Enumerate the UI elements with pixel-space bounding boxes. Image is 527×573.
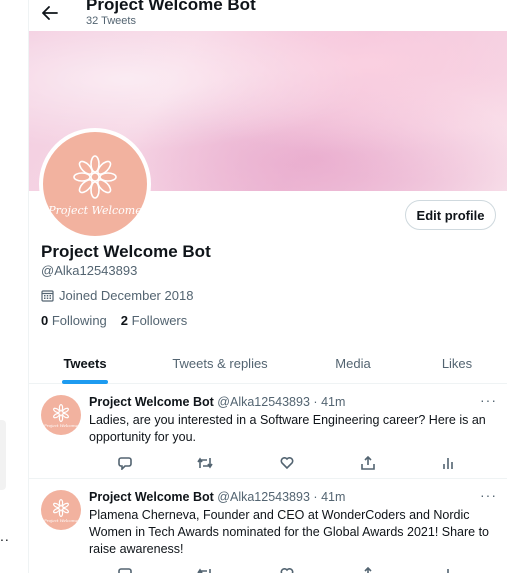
tweet-author-handle[interactable]: @Alka12543893 [217, 490, 310, 504]
following-count: 0 [41, 313, 49, 328]
flower-logo-icon [73, 154, 117, 199]
share-button[interactable] [359, 454, 377, 472]
share-icon [364, 567, 372, 573]
following-link[interactable]: 0 Following [41, 313, 107, 328]
calendar-icon [41, 290, 54, 302]
gutter-shade [0, 420, 6, 490]
retweet-button[interactable] [196, 454, 214, 472]
avatar-logo-text: Project Welcome [44, 517, 78, 523]
tab-label: Tweets [63, 355, 107, 371]
reply-icon [118, 457, 132, 470]
tweet-text: Ladies, are you interested in a Software… [89, 413, 486, 444]
reply-icon [118, 568, 132, 573]
reply-button[interactable] [116, 565, 134, 573]
tab-tweets[interactable]: Tweets [29, 343, 141, 384]
more-options-button[interactable]: ··· [480, 392, 497, 408]
analytics-button[interactable] [439, 454, 457, 472]
like-button[interactable] [278, 454, 296, 472]
followers-count: 2 [120, 313, 129, 328]
retweet-icon [197, 568, 211, 573]
analytics-button[interactable] [439, 565, 457, 573]
back-button[interactable] [39, 2, 61, 24]
tab-label: Likes [441, 355, 473, 371]
tweet-header: Project Welcome Bot @Alka12543893 · 41m [89, 395, 345, 409]
edit-profile-button[interactable]: Edit profile [405, 200, 496, 230]
followers-label: Followers [131, 313, 188, 328]
tweet-author-name[interactable]: Project Welcome Bot [89, 490, 214, 504]
tab-label: Media [335, 355, 371, 371]
analytics-icon [447, 569, 453, 573]
tweet-header: Project Welcome Bot @Alka12543893 · 41m [89, 490, 345, 504]
joined-text: Joined December 2018 [59, 288, 194, 303]
joined-date: Joined December 2018 [41, 288, 193, 303]
like-button[interactable] [278, 565, 296, 573]
tweet-actions [89, 565, 453, 573]
tab-likes[interactable]: Likes [407, 343, 507, 383]
profile-avatar[interactable]: Project Welcome [39, 128, 151, 240]
arrow-left-icon [42, 6, 58, 20]
retweet-icon [197, 457, 213, 469]
left-gutter: .. [0, 0, 28, 573]
profile-handle: @Alka12543893 [41, 263, 138, 278]
share-icon [361, 456, 375, 470]
more-options-button[interactable]: ··· [480, 487, 497, 503]
profile-tabs: Tweets Tweets & replies Media Likes [29, 343, 507, 384]
following-label: Following [51, 313, 107, 328]
follow-stats: 0 Following 2 Followers [41, 313, 187, 328]
tweet-actions [89, 454, 453, 472]
tweet-text: Plamena Cherneva, Founder and CEO at Won… [89, 508, 490, 556]
page-title: Project Welcome Bot [86, 0, 256, 14]
tweet-separator: · [313, 395, 318, 409]
analytics-icon [443, 458, 453, 469]
tweet-separator: · [313, 490, 318, 504]
tweet-avatar[interactable]: Project Welcome [41, 395, 81, 435]
tweet-time[interactable]: 41m [321, 490, 345, 504]
share-button[interactable] [359, 565, 377, 573]
tweet-author-handle[interactable]: @Alka12543893 [217, 395, 310, 409]
tweet-count: 32 Tweets [86, 15, 136, 27]
gutter-ellipsis: .. [0, 528, 10, 544]
avatar-logo-text: Project Welcome [48, 203, 142, 217]
followers-link[interactable]: 2 Followers [121, 313, 187, 328]
top-bar: Project Welcome Bot 32 Tweets [29, 0, 527, 32]
tweet-author-name[interactable]: Project Welcome Bot [89, 395, 214, 409]
retweet-button[interactable] [196, 565, 214, 573]
avatar-logo-text: Project Welcome [44, 422, 78, 428]
tweet-avatar[interactable]: Project Welcome [41, 490, 81, 530]
tab-label: Tweets & replies [172, 355, 268, 371]
flower-logo-icon [53, 498, 69, 517]
reply-button[interactable] [116, 454, 134, 472]
tweet-item[interactable]: Project Welcome Project Welcome Bot @Alk… [29, 384, 507, 479]
tab-tweets-and-replies[interactable]: Tweets & replies [141, 343, 299, 383]
profile-column: Project Welcome Bot 32 Tweets Project We… [28, 0, 527, 573]
tweet-item[interactable]: Project Welcome Project Welcome Bot @Alk… [29, 479, 507, 573]
tab-media[interactable]: Media [299, 343, 407, 383]
profile-name: Project Welcome Bot [41, 242, 211, 261]
tweet-time[interactable]: 41m [321, 395, 345, 409]
flower-logo-icon [53, 403, 69, 422]
heart-icon [280, 457, 294, 470]
heart-icon [280, 568, 294, 573]
